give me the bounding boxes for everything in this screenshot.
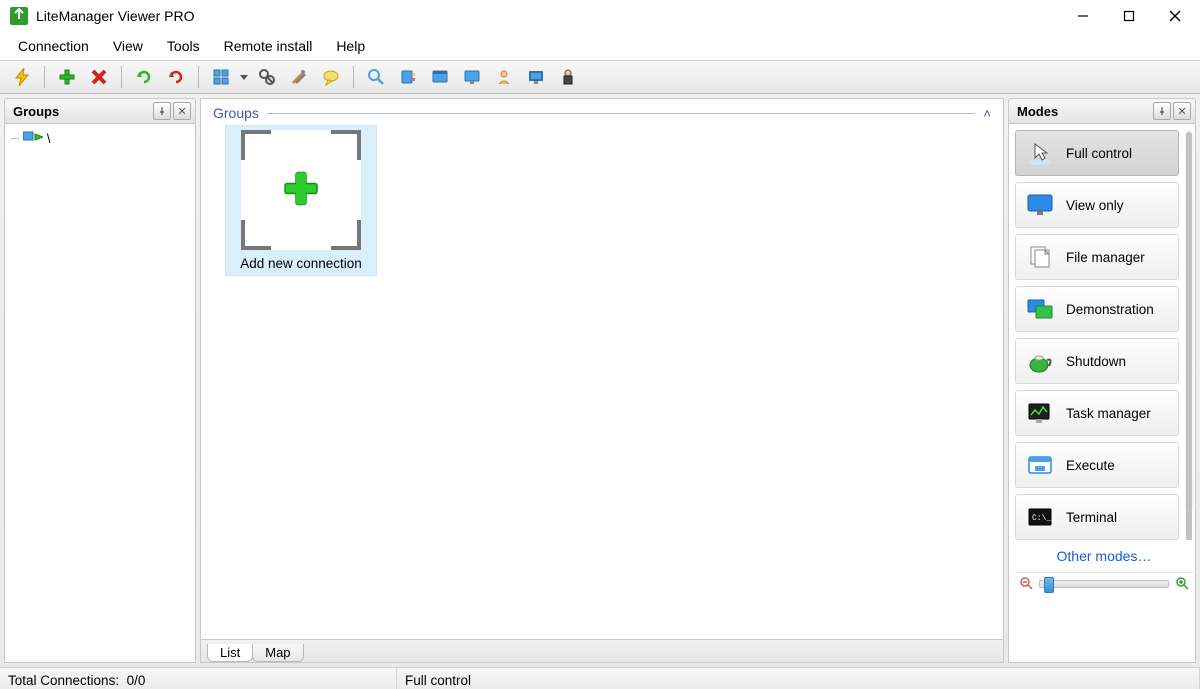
mode-label: File manager (1066, 250, 1145, 265)
refresh-all-button[interactable] (162, 63, 190, 91)
status-connections-value: 0/0 (127, 673, 146, 688)
mode-label: Demonstration (1066, 302, 1154, 317)
mode-task-manager[interactable]: Task manager (1015, 390, 1179, 436)
svg-text:C:\_: C:\_ (1032, 514, 1051, 523)
add-tile-label: Add new connection (226, 256, 376, 271)
groups-panel: Groups ┈ \ (4, 98, 196, 663)
app-icon (10, 7, 28, 25)
groups-pin-button[interactable] (153, 102, 171, 120)
groups-tree[interactable]: ┈ \ (4, 124, 196, 663)
search-button[interactable] (362, 63, 390, 91)
kettle-icon (1024, 347, 1056, 375)
plus-icon (281, 169, 321, 212)
zoom-in-icon[interactable] (1175, 576, 1189, 593)
add-new-connection-tile[interactable]: Add new connection (225, 125, 377, 276)
terminal-icon: C:\_ (1024, 503, 1056, 531)
menu-bar: Connection View Tools Remote install Hel… (0, 32, 1200, 60)
menu-remote-install[interactable]: Remote install (212, 34, 325, 58)
chevron-up-icon[interactable]: ˄ (983, 106, 991, 121)
toolbar (0, 60, 1200, 94)
find-button[interactable] (253, 63, 281, 91)
files-icon (1024, 243, 1056, 271)
modes-panel: Modes Full control (1008, 98, 1196, 663)
mouse-pointer-icon (1024, 139, 1056, 167)
demonstration-icon (1024, 295, 1056, 323)
title-bar: LiteManager Viewer PRO (0, 0, 1200, 32)
mode-terminal[interactable]: C:\_ Terminal (1015, 494, 1179, 540)
modes-pin-button[interactable] (1153, 102, 1171, 120)
tree-connector-icon: ┈ (11, 131, 17, 147)
status-connections: Total Connections: 0/0 (0, 668, 397, 689)
screen-button[interactable] (522, 63, 550, 91)
quick-connect-button[interactable] (8, 63, 36, 91)
center-tabs: List Map (200, 640, 1004, 663)
zoom-out-icon[interactable] (1019, 576, 1033, 593)
task-manager-icon (1024, 399, 1056, 427)
status-bar: Total Connections: 0/0 Full control (0, 667, 1200, 689)
chat-button[interactable] (317, 63, 345, 91)
monitor-button[interactable] (458, 63, 486, 91)
mode-label: View only (1066, 198, 1124, 213)
modes-panel-header: Modes (1008, 98, 1196, 124)
modes-scrollbar[interactable] (1185, 130, 1193, 512)
mode-full-control[interactable]: Full control (1015, 130, 1179, 176)
mode-label: Terminal (1066, 510, 1117, 525)
window-minimize-button[interactable] (1060, 1, 1106, 31)
group-header-title: Groups (213, 105, 259, 121)
window-maximize-button[interactable] (1106, 1, 1152, 31)
view-switcher-dropdown[interactable] (239, 63, 249, 91)
modes-list: Full control View only File manager (1015, 130, 1179, 540)
window-title: LiteManager Viewer PRO (36, 8, 194, 24)
status-mode: Full control (397, 668, 1200, 689)
zoom-row (1015, 572, 1193, 595)
groups-close-button[interactable] (173, 102, 191, 120)
menu-view[interactable]: View (101, 34, 155, 58)
refresh-button[interactable] (130, 63, 158, 91)
server-group-icon (23, 130, 43, 147)
add-button[interactable] (53, 63, 81, 91)
menu-tools[interactable]: Tools (155, 34, 212, 58)
view-switcher-button[interactable] (207, 63, 235, 91)
mode-demonstration[interactable]: Demonstration (1015, 286, 1179, 332)
groups-panel-header: Groups (4, 98, 196, 124)
address-book-button[interactable] (394, 63, 422, 91)
mode-file-manager[interactable]: File manager (1015, 234, 1179, 280)
window-close-button[interactable] (1152, 1, 1198, 31)
tab-map[interactable]: Map (252, 644, 303, 662)
other-modes-link[interactable]: Other modes… (1015, 540, 1193, 572)
modes-close-button[interactable] (1173, 102, 1191, 120)
status-mode-label: Full control (405, 673, 471, 688)
window-button[interactable] (426, 63, 454, 91)
menu-connection[interactable]: Connection (6, 34, 101, 58)
admin-button[interactable] (554, 63, 582, 91)
mode-label: Execute (1066, 458, 1115, 473)
monitor-icon (1024, 191, 1056, 219)
mode-shutdown[interactable]: Shutdown (1015, 338, 1179, 384)
mode-label: Full control (1066, 146, 1132, 161)
zoom-slider[interactable] (1039, 580, 1169, 588)
execute-icon (1024, 451, 1056, 479)
mode-label: Shutdown (1066, 354, 1126, 369)
settings-button[interactable] (285, 63, 313, 91)
menu-help[interactable]: Help (324, 34, 377, 58)
status-connections-label: Total Connections: (8, 673, 119, 688)
delete-button[interactable] (85, 63, 113, 91)
tree-root-node[interactable]: ┈ \ (11, 130, 189, 147)
groups-panel-title: Groups (13, 104, 59, 119)
group-header[interactable]: Groups ˄ (213, 105, 991, 121)
mode-view-only[interactable]: View only (1015, 182, 1179, 228)
tree-root-label: \ (47, 131, 51, 146)
mode-execute[interactable]: Execute (1015, 442, 1179, 488)
tab-list[interactable]: List (207, 644, 253, 662)
mode-label: Task manager (1066, 406, 1151, 421)
modes-panel-title: Modes (1017, 104, 1058, 119)
user-button[interactable] (490, 63, 518, 91)
connections-view[interactable]: Groups ˄ Add new connection (200, 98, 1004, 640)
center-panel: Groups ˄ Add new connection List Ma (200, 98, 1004, 663)
